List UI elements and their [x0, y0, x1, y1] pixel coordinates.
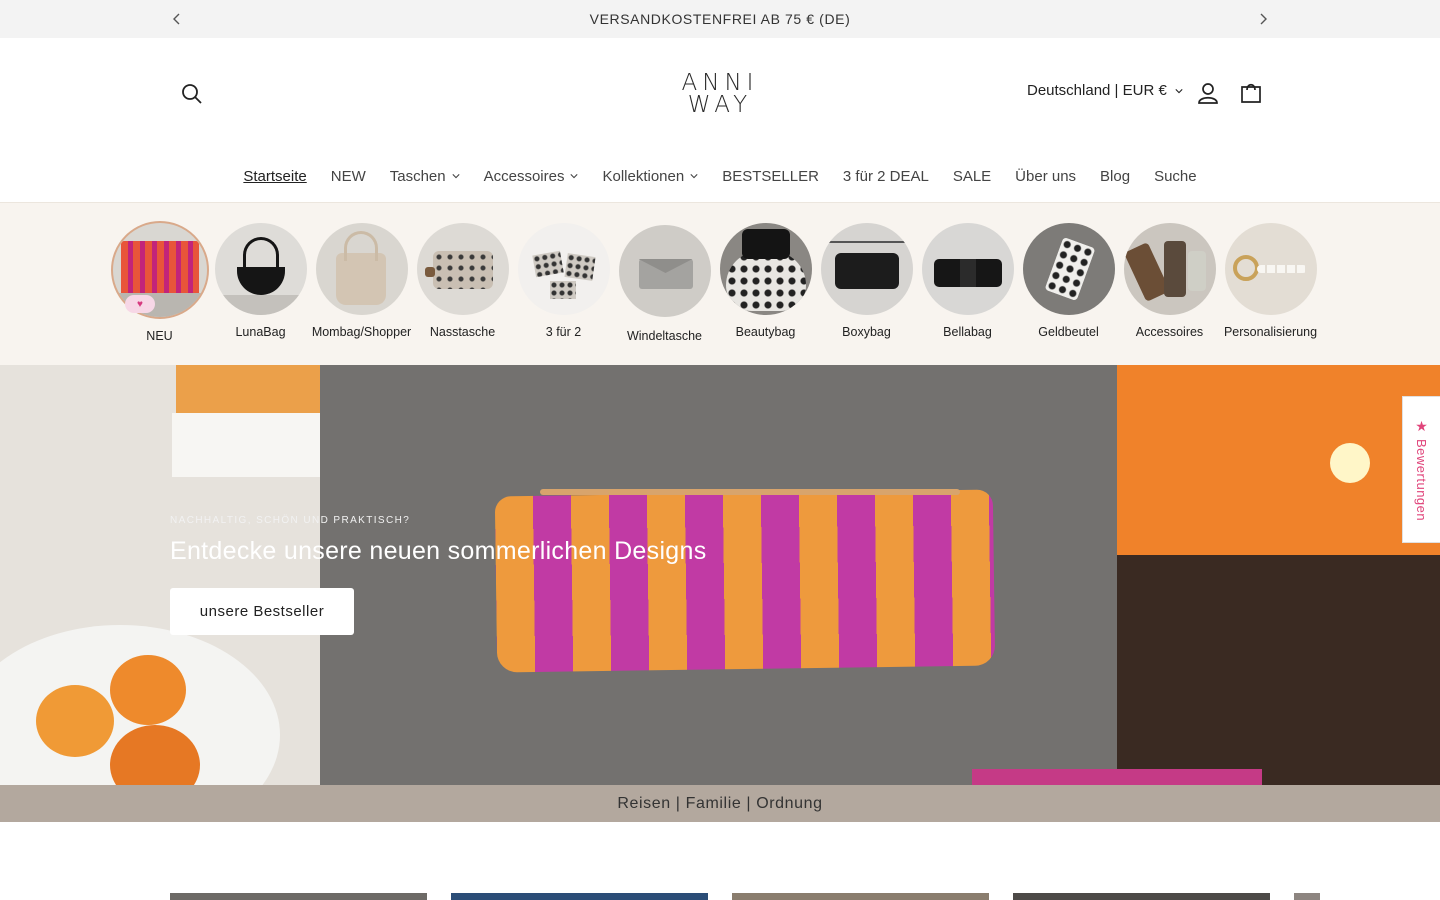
category-beautybag[interactable]: Beautybag: [715, 223, 816, 339]
category-image: [315, 223, 408, 315]
product-card[interactable]: [451, 893, 708, 900]
cart-icon[interactable]: [1238, 80, 1264, 106]
category-accessoires[interactable]: Accessoires: [1119, 223, 1220, 339]
category-label: Nasstasche: [429, 325, 496, 339]
category-image: [1123, 223, 1216, 315]
category-label: Bellabag: [943, 325, 992, 339]
announcement-bar: VERSANDKOSTENFREI AB 75 € (DE): [0, 0, 1440, 38]
category-label: Geldbeutel: [1038, 325, 1099, 339]
announcement-text: VERSANDKOSTENFREI AB 75 € (DE): [589, 11, 851, 27]
category-label: 3 für 2: [545, 325, 582, 339]
nav-item-ueber-uns[interactable]: Über uns: [1003, 168, 1088, 185]
search-icon[interactable]: [178, 80, 206, 108]
locale-selector[interactable]: Deutschland | EUR €: [1027, 82, 1183, 99]
nav-item-new[interactable]: NEW: [319, 168, 378, 185]
chevron-down-icon: [452, 174, 460, 179]
hero-title: Entdecke unsere neuen sommerlichen Desig…: [170, 537, 707, 565]
nav-item-sale[interactable]: SALE: [941, 168, 1003, 185]
nav-item-3-fuer-2-deal[interactable]: 3 für 2 DEAL: [831, 168, 941, 185]
locale-label: Deutschland | EUR €: [1027, 82, 1167, 99]
category-image: [921, 223, 1014, 315]
category-label: Beautybag: [735, 325, 796, 339]
heart-icon: ♥: [125, 295, 155, 313]
chevron-left-icon[interactable]: [167, 9, 187, 29]
nav-item-bestseller[interactable]: BESTSELLER: [710, 168, 831, 185]
category-boxybag[interactable]: Boxybag: [816, 223, 917, 339]
nav-label: Über uns: [1015, 167, 1077, 185]
category-image: [214, 223, 307, 315]
category-bellabag[interactable]: Bellabag: [917, 223, 1018, 339]
account-icon[interactable]: [1195, 80, 1221, 106]
product-card[interactable]: [1294, 893, 1320, 900]
category-label: Boxybag: [842, 325, 891, 339]
product-grid-preview: [0, 893, 1440, 900]
hero-image: [0, 365, 1440, 785]
nav-item-startseite[interactable]: Startseite: [231, 168, 318, 185]
category-strip: ♥ NEU LunaBag Mombag/Shopper Nasstasche …: [0, 202, 1440, 365]
reviews-label: Bewertungen: [1414, 438, 1429, 522]
bestseller-button[interactable]: unsere Bestseller: [170, 588, 354, 635]
nav-label: NEW: [330, 167, 366, 185]
chevron-down-icon: [570, 174, 579, 179]
category-image: [618, 225, 711, 317]
nav-label: Kollektionen: [602, 167, 685, 185]
category-label: LunaBag: [235, 325, 286, 339]
hero-eyebrow: NACHHALTIG, SCHÖN UND PRAKTISCH?: [170, 515, 411, 526]
logo-line-1: ANNI: [681, 70, 759, 96]
nav-item-blog[interactable]: Blog: [1088, 168, 1142, 185]
category-label: Windeltasche: [626, 329, 703, 343]
category-label: Accessoires: [1135, 325, 1204, 339]
nav-item-kollektionen[interactable]: Kollektionen: [590, 168, 710, 185]
hero-banner: NACHHALTIG, SCHÖN UND PRAKTISCH? Entdeck…: [0, 365, 1440, 785]
product-card[interactable]: [1013, 893, 1270, 900]
category-label: NEU: [146, 329, 173, 343]
category-lunabag[interactable]: LunaBag: [210, 223, 311, 339]
category-image: [517, 223, 610, 315]
site-logo[interactable]: ANNI WAY: [676, 72, 764, 120]
site-header: ANNI WAY Deutschland | EUR €: [0, 38, 1440, 150]
nav-label: 3 für 2 DEAL: [842, 167, 929, 185]
nav-item-accessoires[interactable]: Accessoires: [472, 168, 591, 185]
nav-label: Suche: [1154, 167, 1197, 185]
category-label: Mombag/Shopper: [311, 325, 412, 339]
chevron-down-icon: [690, 174, 698, 179]
category-image: [719, 223, 812, 315]
nav-label: Accessoires: [483, 167, 565, 185]
nav-label: Startseite: [243, 167, 307, 185]
category-3-fuer-2[interactable]: 3 für 2: [513, 223, 614, 339]
category-mombag-shopper[interactable]: Mombag/Shopper: [311, 223, 412, 339]
nav-label: Taschen: [389, 167, 446, 185]
nav-item-taschen[interactable]: Taschen: [378, 168, 472, 185]
main-navigation: Startseite NEW Taschen Accessoires Kolle…: [0, 150, 1440, 202]
nav-label: SALE: [952, 167, 992, 185]
chevron-right-icon[interactable]: [1253, 9, 1273, 29]
category-image: [1022, 223, 1115, 315]
category-image: [1224, 223, 1317, 315]
category-neu[interactable]: ♥ NEU: [109, 221, 210, 343]
star-icon: ★: [1415, 417, 1428, 434]
product-card[interactable]: [170, 893, 427, 900]
nav-label: Blog: [1100, 167, 1131, 185]
category-image: [820, 223, 913, 315]
category-nasstasche[interactable]: Nasstasche: [412, 223, 513, 339]
logo-line-2: WAY: [687, 92, 753, 118]
category-label: Personalisierung: [1223, 325, 1318, 339]
category-personalisierung[interactable]: Personalisierung: [1220, 223, 1321, 339]
nav-item-suche[interactable]: Suche: [1142, 168, 1209, 185]
category-windeltasche[interactable]: Windeltasche: [614, 223, 715, 343]
category-image: [416, 223, 509, 315]
tagline-text: Reisen | Familie | Ordnung: [617, 794, 823, 812]
tagline-bar: Reisen | Familie | Ordnung: [0, 785, 1440, 822]
product-card[interactable]: [732, 893, 989, 900]
reviews-tab[interactable]: ★ Bewertungen: [1402, 396, 1440, 543]
chevron-down-icon: [1175, 88, 1183, 93]
nav-label: BESTSELLER: [722, 167, 819, 185]
category-geldbeutel[interactable]: Geldbeutel: [1018, 223, 1119, 339]
